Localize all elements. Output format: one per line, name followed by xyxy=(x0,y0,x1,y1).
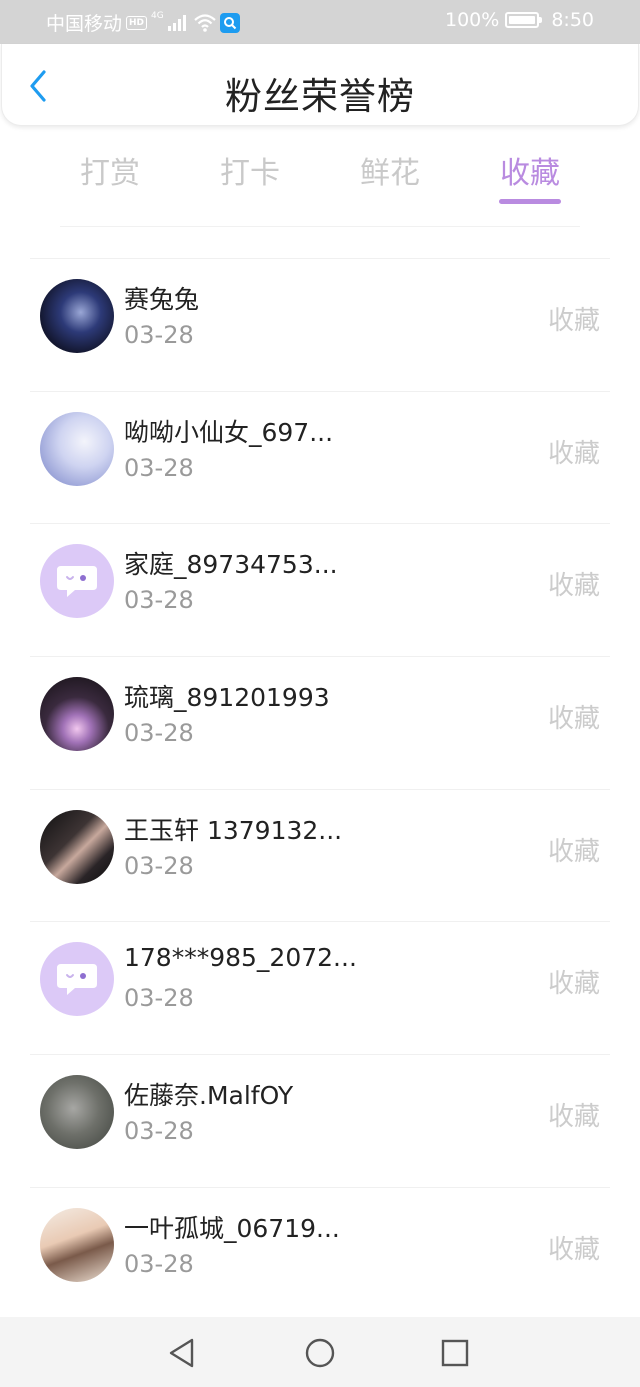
fan-date: 03-28 xyxy=(124,586,194,615)
status-left: 中国移动 HD 4G xyxy=(46,9,240,36)
fan-date: 03-28 xyxy=(124,321,194,349)
list-item[interactable]: 呦呦小仙女_697... 03-28 收藏 xyxy=(0,390,640,524)
avatar[interactable] xyxy=(40,677,114,752)
fan-list: 赛兔兔 03-28 收藏 呦呦小仙女_697... 03-28 收藏 家庭_89… xyxy=(0,258,640,1320)
nav-recents-button[interactable] xyxy=(437,1335,473,1371)
network-type: 4G xyxy=(151,11,164,21)
avatar[interactable] xyxy=(40,411,114,486)
fan-name: 178***985_2072... xyxy=(124,943,357,973)
avatar[interactable] xyxy=(40,809,114,884)
favorite-label: 收藏 xyxy=(547,704,600,735)
list-item[interactable]: 琉璃_891201993 03-28 收藏 xyxy=(0,656,640,789)
fan-name: 王玉轩 1379132... xyxy=(124,815,343,845)
fan-name: 呦呦小仙女_697... xyxy=(124,417,334,447)
battery-percent: 100% xyxy=(445,9,500,31)
page-title: 粉丝荣誉榜 xyxy=(225,75,415,118)
fan-name: 赛兔兔 xyxy=(124,285,200,314)
tab-favorites[interactable]: 收藏 xyxy=(460,148,600,208)
fan-date: 03-28 xyxy=(124,719,194,748)
nav-home-button[interactable] xyxy=(302,1335,338,1371)
fan-name: 家庭_89734753... xyxy=(124,550,338,580)
favorite-label: 收藏 xyxy=(547,1234,600,1265)
avatar[interactable] xyxy=(40,1207,114,1282)
favorite-label: 收藏 xyxy=(547,1102,600,1133)
tab-flowers[interactable]: 鲜花 xyxy=(320,148,460,208)
wifi-icon xyxy=(193,13,216,32)
circle-home-icon xyxy=(305,1338,335,1368)
search-app-icon xyxy=(219,12,240,33)
hd-badge: HD xyxy=(126,15,148,30)
fan-date: 03-28 xyxy=(124,1249,194,1278)
favorite-label: 收藏 xyxy=(547,438,600,469)
tab-reward[interactable]: 打赏 xyxy=(40,148,180,208)
carrier-name: 中国移动 xyxy=(46,13,123,35)
chat-bubble-icon xyxy=(57,964,97,996)
avatar[interactable] xyxy=(40,279,114,353)
clock: 8:50 xyxy=(551,9,594,31)
nav-back-button[interactable] xyxy=(164,1335,200,1371)
favorite-label: 收藏 xyxy=(547,969,600,1000)
favorite-label: 收藏 xyxy=(547,836,600,867)
default-avatar[interactable] xyxy=(40,544,114,619)
list-item[interactable]: 赛兔兔 03-28 收藏 xyxy=(0,258,640,391)
list-item[interactable]: 王玉轩 1379132... 03-28 收藏 xyxy=(0,788,640,922)
square-recents-icon xyxy=(441,1339,469,1367)
favorite-label: 收藏 xyxy=(547,571,600,602)
app-header: 粉丝荣誉榜 xyxy=(1,44,639,126)
tab-checkin[interactable]: 打卡 xyxy=(180,148,320,208)
favorite-label: 收藏 xyxy=(547,306,600,336)
default-avatar[interactable] xyxy=(40,942,114,1017)
tabs-divider xyxy=(60,226,580,227)
list-item[interactable]: 家庭_89734753... 03-28 收藏 xyxy=(0,523,640,656)
fan-date: 03-28 xyxy=(124,1117,194,1146)
list-item[interactable]: 佐藤奈.MalfOY 03-28 收藏 xyxy=(0,1054,640,1187)
fan-date: 03-28 xyxy=(124,851,194,880)
status-right: 100% 8:50 xyxy=(445,9,594,31)
status-bar: 中国移动 HD 4G 100% 8:50 xyxy=(0,0,640,44)
fan-name: 佐藤奈.MalfOY xyxy=(124,1081,294,1111)
triangle-back-icon xyxy=(169,1338,194,1368)
list-item[interactable]: 178***985_2072... 03-28 收藏 xyxy=(0,921,640,1054)
system-nav-bar xyxy=(0,1317,640,1387)
fan-date: 03-28 xyxy=(124,453,194,482)
fan-date: 03-28 xyxy=(124,984,194,1013)
chat-bubble-icon xyxy=(57,566,97,598)
battery-icon xyxy=(505,12,543,28)
tab-bar: 打赏 打卡 鲜花 收藏 xyxy=(40,148,600,208)
avatar[interactable] xyxy=(40,1075,114,1150)
list-item[interactable]: 一叶孤城_06719... 03-28 收藏 xyxy=(0,1186,640,1320)
fan-name: 琉璃_891201993 xyxy=(124,683,330,713)
signal-icon xyxy=(167,14,186,31)
fan-name: 一叶孤城_06719... xyxy=(124,1213,340,1243)
